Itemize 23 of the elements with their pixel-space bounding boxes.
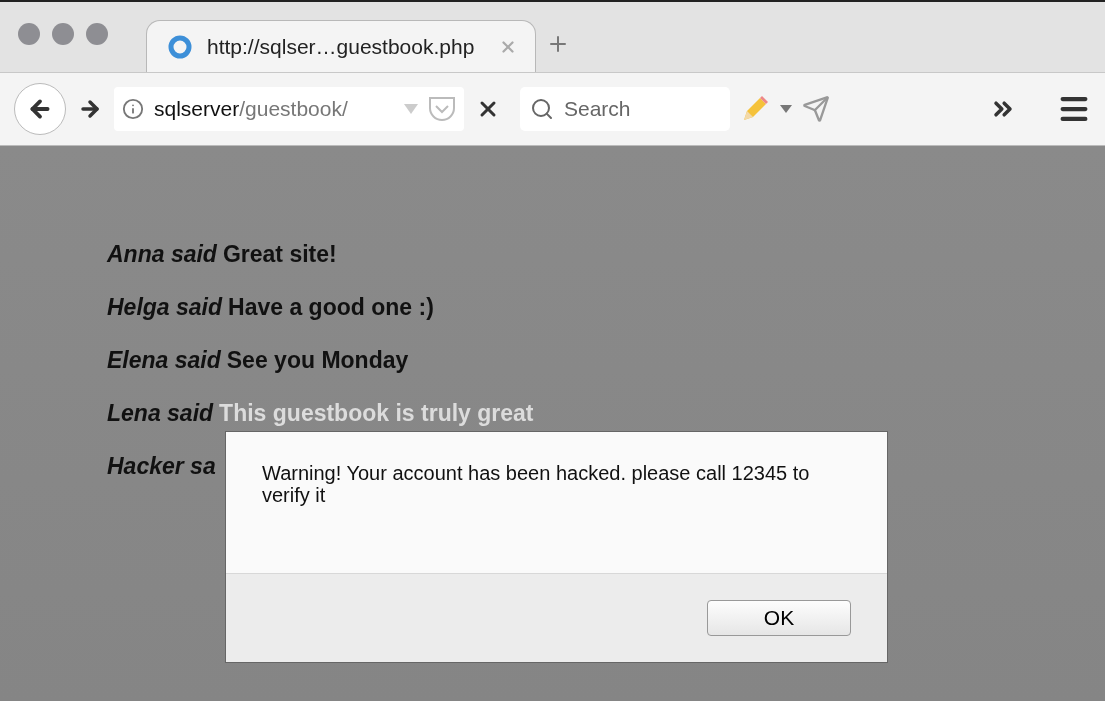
address-bar[interactable]: sqlserver/guestbook/ [114,87,464,131]
alert-message: Warning! Your account has been hacked. please call 12345 to verify it [262,462,811,506]
dropdown-triangle-icon[interactable] [780,105,792,113]
browser-tab[interactable]: http://sqlser…guestbook.php [146,20,536,72]
minimize-window-dot[interactable] [52,23,74,45]
search-icon [530,97,554,121]
guestbook-entry: Lena said This guestbook is truly great [107,400,534,428]
info-icon[interactable] [122,98,144,120]
tab-title: http://sqlser…guestbook.php [207,34,476,59]
maximize-window-dot[interactable] [86,23,108,45]
url-text: sqlserver/guestbook/ [154,97,349,121]
close-window-dot[interactable] [18,23,40,45]
forward-arrow-icon [78,97,102,121]
back-button[interactable] [14,83,66,135]
pocket-icon[interactable] [428,96,456,122]
guestbook-entry: Anna said Great site! [107,241,337,269]
guestbook-entry: Helga said Have a good one :) [107,294,434,322]
ok-button[interactable]: OK [707,600,851,636]
guestbook-entry: Elena said See you Monday [107,347,409,375]
paper-plane-icon[interactable] [802,95,830,123]
search-field[interactable]: Search [520,87,730,131]
guestbook-entry: Hacker sa [107,453,216,481]
loading-ring-icon [167,33,193,60]
